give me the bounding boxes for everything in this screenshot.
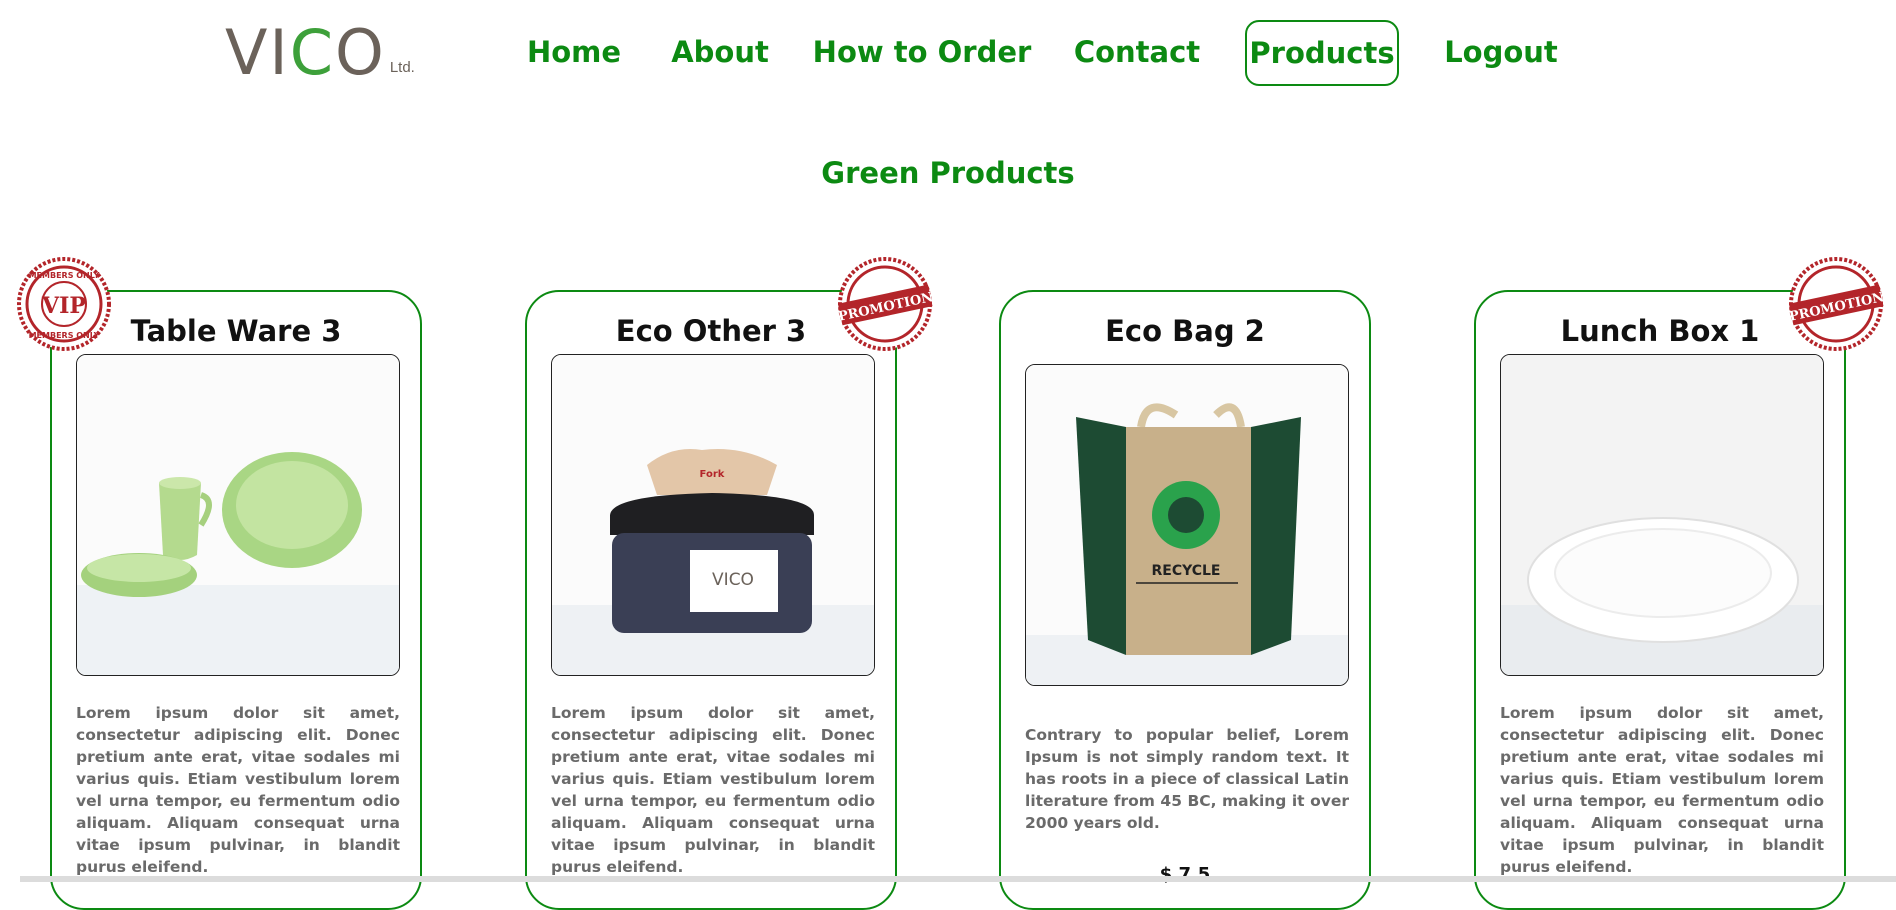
product-description: Contrary to popular belief, Lorem Ipsum … <box>1025 726 1349 832</box>
product-title: Eco Bag 2 <box>1105 314 1265 348</box>
nav-about[interactable]: About <box>671 20 769 84</box>
product-description: Lorem ipsum dolor sit amet, consectetur … <box>551 704 875 876</box>
promotion-stamp-icon: PROMOTION <box>837 257 933 351</box>
nav-products[interactable]: Products <box>1245 20 1399 86</box>
svg-text:VIP: VIP <box>41 293 86 319</box>
product-card-table-ware-3[interactable]: Table Ware 3 Lorem ipsum dolor sit amet,… <box>50 290 422 910</box>
product-description: Lorem ipsum dolor sit amet, consectetur … <box>76 704 400 876</box>
nav-contact[interactable]: Contact <box>1074 20 1200 84</box>
product-description: Lorem ipsum dolor sit amet, consectetur … <box>1500 704 1824 876</box>
svg-text:RECYCLE: RECYCLE <box>1151 563 1220 579</box>
green-tableware-image[interactable] <box>76 354 400 676</box>
napkin-dispenser-image[interactable]: Fork VICO <box>551 354 875 676</box>
svg-text:MEMBERS ONLY: MEMBERS ONLY <box>29 331 100 340</box>
svg-text:VICO: VICO <box>712 570 754 590</box>
section-title: Green Products <box>821 156 1075 190</box>
main-nav: Home About How to Order Contact Products… <box>0 10 1896 86</box>
promotion-stamp-icon: PROMOTION <box>1788 257 1884 351</box>
nav-home[interactable]: Home <box>527 20 621 84</box>
white-plate-image[interactable] <box>1500 354 1824 676</box>
nav-logout[interactable]: Logout <box>1444 20 1558 84</box>
product-card-lunch-box-1[interactable]: Lunch Box 1 Lorem ipsum dolor sit amet, … <box>1474 290 1846 910</box>
svg-text:Fork: Fork <box>700 469 725 480</box>
nav-how-to-order[interactable]: How to Order <box>813 20 1032 84</box>
horizontal-scrollbar[interactable] <box>20 876 1896 882</box>
recycle-bag-image[interactable]: RECYCLE <box>1025 364 1349 686</box>
product-card-eco-other-3[interactable]: Eco Other 3 Fork VICO Lorem ipsum dolor … <box>525 290 897 910</box>
svg-text:MEMBERS ONLY: MEMBERS ONLY <box>29 271 100 280</box>
vip-members-only-stamp-icon: VIP MEMBERS ONLY MEMBERS ONLY <box>17 257 111 351</box>
product-card-eco-bag-2[interactable]: Eco Bag 2 RECYCLE Contrary to popular be… <box>999 290 1371 910</box>
